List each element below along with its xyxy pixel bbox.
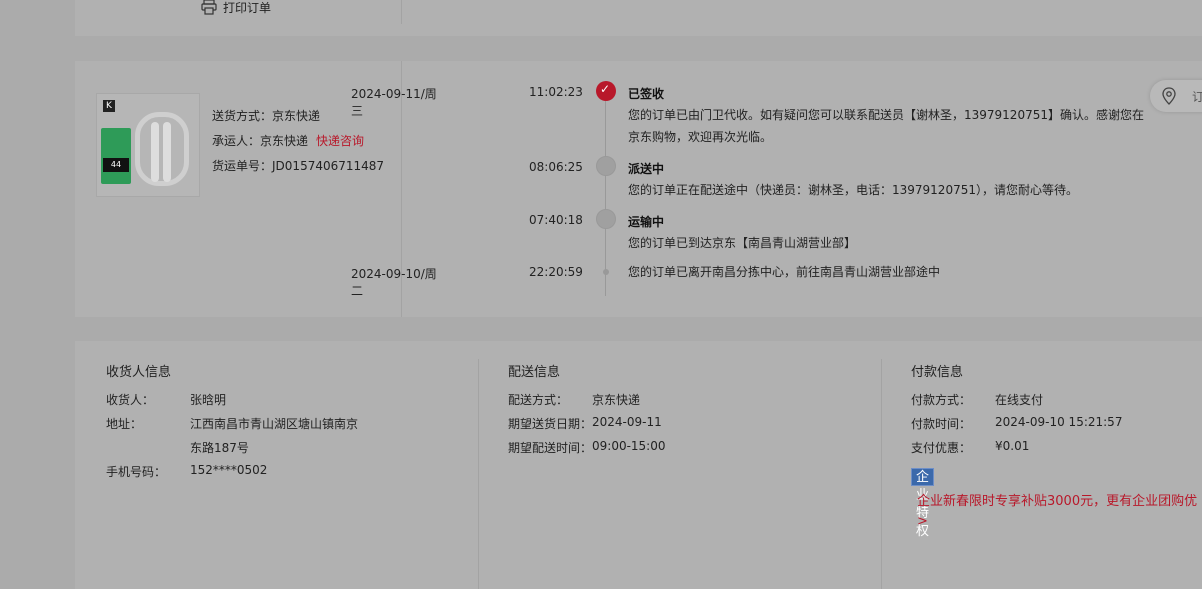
payment-method-label: 付款方式：: [911, 393, 972, 407]
carrier-row: 承运人：京东快递 快递咨询: [212, 129, 384, 154]
timeline-desc: 您的订单正在配送途中（快递员：谢林圣，电话：13979120751），请您耐心等…: [628, 183, 1078, 197]
truck-icon: [596, 209, 616, 229]
brand-logo: K: [103, 100, 115, 112]
timeline-time: 08:06:25: [529, 160, 583, 174]
divider: [478, 359, 479, 589]
timeline-desc: 您的订单已到达京东【南昌青山湖营业部】: [628, 236, 857, 250]
timeline-time: 22:20:59: [529, 265, 583, 279]
product-box-image: 44: [101, 128, 131, 184]
signed-check-icon: [596, 81, 616, 101]
payment-title: 付款信息: [911, 365, 964, 380]
delivery-method-label: 配送方式：: [508, 393, 569, 407]
address-label: 地址：: [106, 417, 143, 431]
payment-method-value: 在线支付: [995, 393, 1044, 407]
location-pin-icon: [1162, 87, 1176, 105]
timeline-date: 2024-09-10/周二: [351, 267, 437, 298]
timeline-desc: 您的订单已离开南昌分拣中心，前往南昌青山湖营业部途中: [628, 265, 941, 279]
divider: [881, 359, 882, 589]
phone-label: 手机号码：: [106, 465, 167, 479]
timeline-date: 2024-09-11/周三: [351, 87, 437, 118]
timeline-time: 07:40:18: [529, 213, 583, 227]
delivery-time-value: 09:00-15:00: [592, 439, 666, 453]
waybill-row: 货运单号：JD0157406711487: [212, 154, 384, 179]
courier-inquiry-link[interactable]: 快递咨询: [316, 134, 364, 148]
timeline-status: 派送中: [628, 162, 665, 176]
timeline-desc: 您的订单已由门卫代收。如有疑问您可以联系配送员【谢林圣，13979120751】…: [628, 108, 1144, 144]
delivery-person-icon: [596, 156, 616, 176]
product-box-badge: 44: [103, 158, 129, 172]
shipping-method-value: 京东快递: [272, 109, 321, 123]
address-line2: 东路187号: [190, 441, 249, 455]
waybill-label: 货运单号：: [212, 159, 273, 173]
product-handle-image: [151, 122, 159, 182]
printer-icon: [201, 0, 217, 15]
order-info-panel: 收货人信息 收货人： 张晗明 地址： 江西南昌市青山湖区塘山镇南京 东路187号…: [75, 341, 1202, 589]
enterprise-promo-link[interactable]: 企业新春限时专享补贴3000元，更有企业团购优: [917, 490, 1197, 509]
receiver-name-value: 张晗明: [190, 393, 227, 407]
delivery-title: 配送信息: [508, 365, 561, 380]
phone-value: 152****0502: [190, 463, 268, 477]
payment-discount-value: ¥0.01: [995, 439, 1030, 453]
timeline-status: 已签收: [628, 87, 665, 101]
delivery-date-label: 期望送货日期：: [508, 417, 593, 431]
payment-discount-label: 支付优惠：: [911, 441, 972, 455]
zigzag-edge: [75, 31, 1202, 39]
map-tracking-button[interactable]: 订: [1150, 80, 1202, 112]
map-button-label[interactable]: 订: [1192, 88, 1202, 105]
waybill-value: JD0157406711487: [272, 159, 385, 173]
product-handle-image: [163, 122, 171, 182]
timeline-line: [605, 93, 606, 296]
receiver-title: 收货人信息: [106, 365, 172, 380]
promo-arrow-icon[interactable]: >: [917, 514, 928, 529]
address-line1: 江西南昌市青山湖区塘山镇南京: [190, 417, 359, 431]
print-order-label[interactable]: 打印订单: [223, 0, 271, 16]
timeline-time: 11:02:23: [529, 85, 583, 99]
carrier-label: 承运人：: [212, 134, 261, 148]
delivery-method-value: 京东快递: [592, 393, 641, 407]
product-rope-image: [135, 112, 189, 186]
divider: [401, 0, 402, 24]
timeline-status: 运输中: [628, 215, 665, 229]
delivery-date-value: 2024-09-11: [592, 415, 662, 429]
shipping-method-label: 送货方式：: [212, 109, 273, 123]
payment-time-label: 付款时间：: [911, 417, 972, 431]
print-order-link[interactable]: 打印订单: [201, 0, 271, 16]
receiver-name-label: 收货人：: [106, 393, 155, 407]
payment-time-value: 2024-09-10 15:21:57: [995, 415, 1123, 429]
timeline-dot-icon: [603, 269, 609, 275]
enterprise-badge[interactable]: 企业特权: [911, 468, 935, 539]
delivery-time-label: 期望配送时间：: [508, 441, 593, 455]
carrier-value: 京东快递: [260, 134, 309, 148]
product-thumbnail[interactable]: K 44: [96, 93, 200, 197]
